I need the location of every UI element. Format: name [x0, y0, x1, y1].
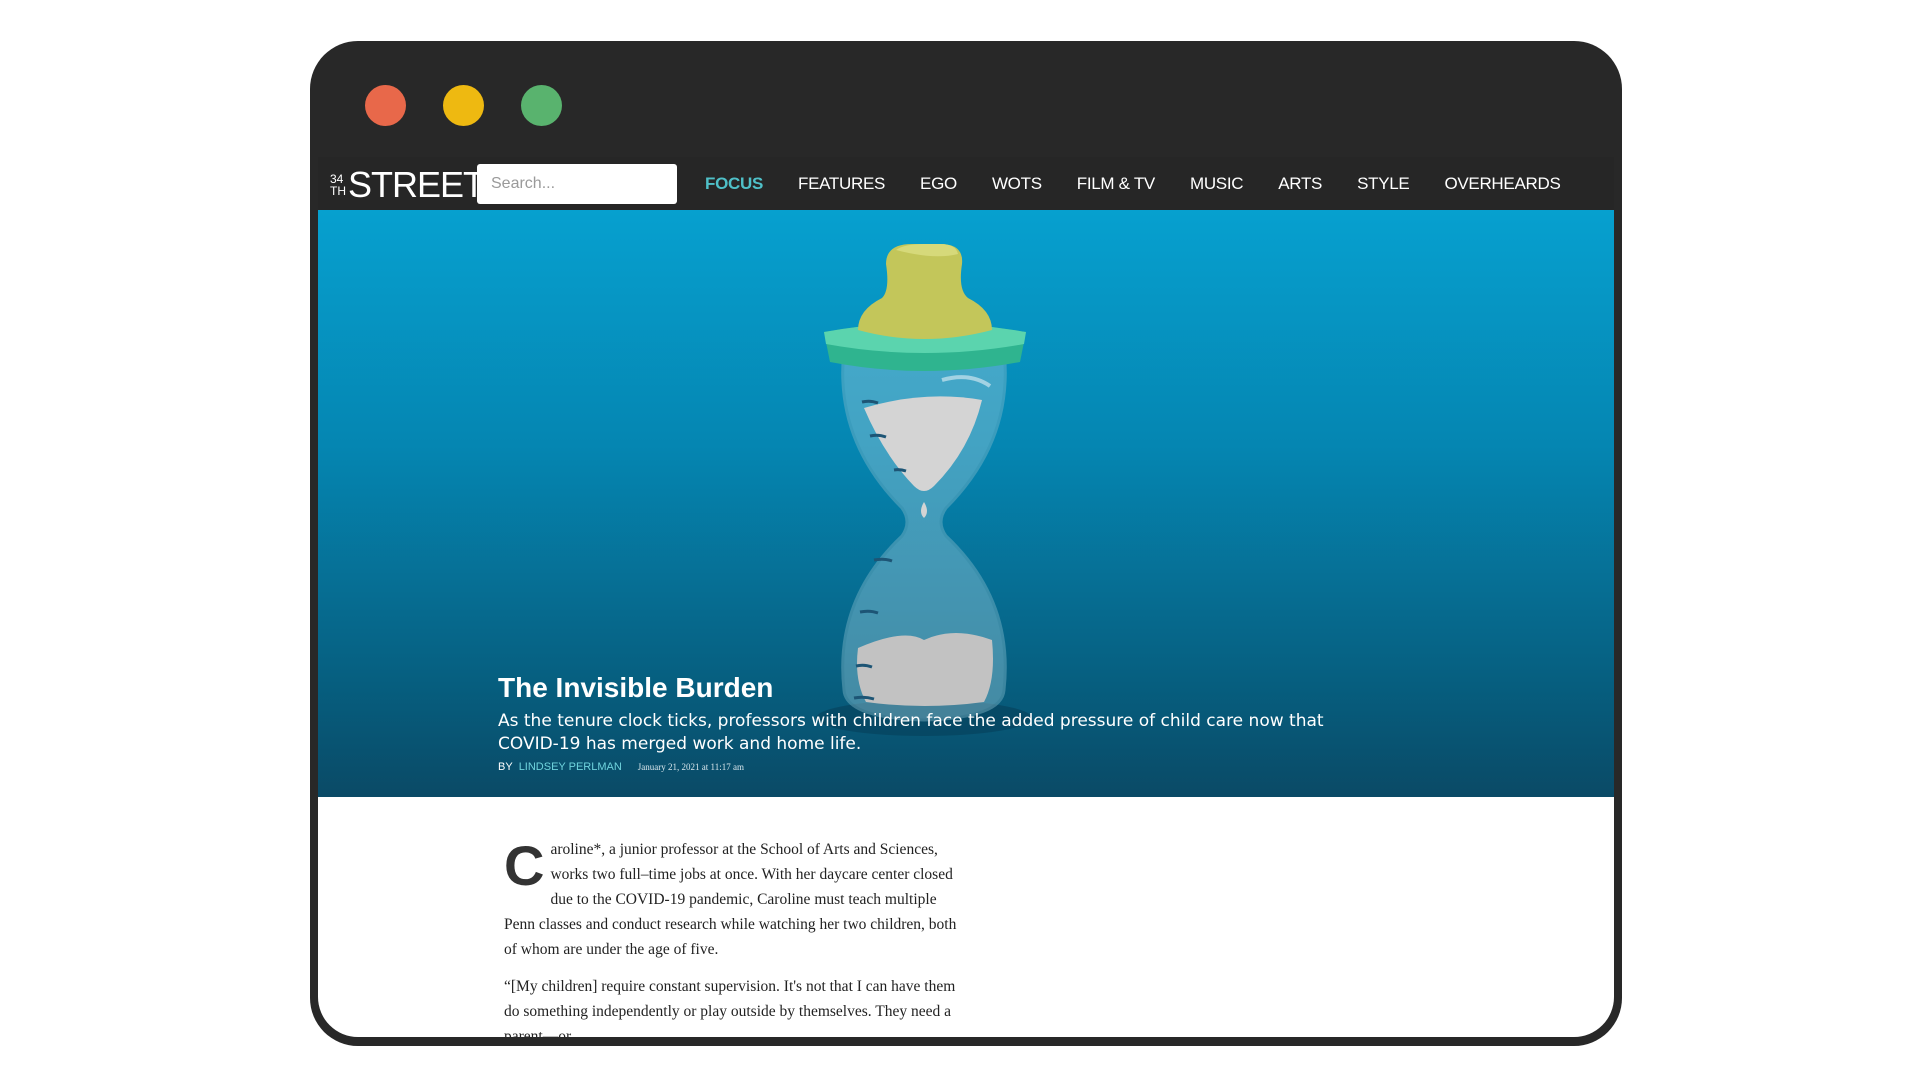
paragraph-text: “[My children] require constant supervis…: [504, 978, 956, 1037]
page-viewport: 34 TH STREET FOCUS FEATURES EGO WOTS FILM & …: [318, 157, 1614, 1037]
nav-item-music[interactable]: MUSIC: [1190, 174, 1244, 194]
nav-item-arts[interactable]: ARTS: [1278, 174, 1322, 194]
hero-caption: The Invisible Burden As the tenure clock…: [498, 672, 1358, 773]
minimize-window-button[interactable]: [443, 85, 484, 126]
publish-date: January 21, 2021 at 11:17 am: [637, 762, 744, 772]
article-paragraph: Caroline*, a junior professor at the Sch…: [504, 837, 964, 962]
article-byline: BY LINDSEY PERLMAN January 21, 2021 at 1…: [498, 761, 1358, 773]
logo-wordmark: STREET: [348, 164, 485, 205]
article-paragraph: “[My children] require constant supervis…: [504, 974, 964, 1037]
nav-item-features[interactable]: FEATURES: [798, 174, 885, 194]
close-window-button[interactable]: [365, 85, 406, 126]
paragraph-text: aroline*, a junior professor at the Scho…: [504, 841, 957, 958]
logo-prefix-bottom: TH: [330, 184, 346, 198]
byline-prefix: BY: [498, 761, 513, 773]
main-nav: FOCUS FEATURES EGO WOTS FILM & TV MUSIC ARTS ST…: [705, 157, 1561, 210]
article-subtitle: As the tenure clock ticks, professors wi…: [498, 711, 1324, 754]
nav-item-wots[interactable]: WOTS: [992, 174, 1042, 194]
site-header: 34 TH STREET FOCUS FEATURES EGO WOTS FILM & …: [318, 157, 1614, 210]
browser-window: 34 TH STREET FOCUS FEATURES EGO WOTS FILM & …: [310, 41, 1622, 1046]
logo-prefix: 34 TH: [330, 173, 346, 197]
hero-banner: The Invisible Burden As the tenure clock…: [318, 210, 1614, 797]
author-link[interactable]: LINDSEY PERLMAN: [519, 761, 622, 773]
nav-item-ego[interactable]: EGO: [920, 174, 957, 194]
drop-cap: C: [504, 834, 545, 897]
nav-item-film-tv[interactable]: FILM & TV: [1077, 174, 1156, 194]
nav-item-overheards[interactable]: OVERHEARDS: [1444, 174, 1560, 194]
article-body: Caroline*, a junior professor at the Sch…: [504, 837, 964, 1038]
search-input[interactable]: [477, 164, 677, 204]
nav-item-focus[interactable]: FOCUS: [705, 174, 763, 194]
maximize-window-button[interactable]: [521, 85, 562, 126]
article-title: The Invisible Burden: [498, 672, 774, 703]
site-logo[interactable]: 34 TH STREET: [330, 164, 485, 205]
nav-item-style[interactable]: STYLE: [1357, 174, 1410, 194]
